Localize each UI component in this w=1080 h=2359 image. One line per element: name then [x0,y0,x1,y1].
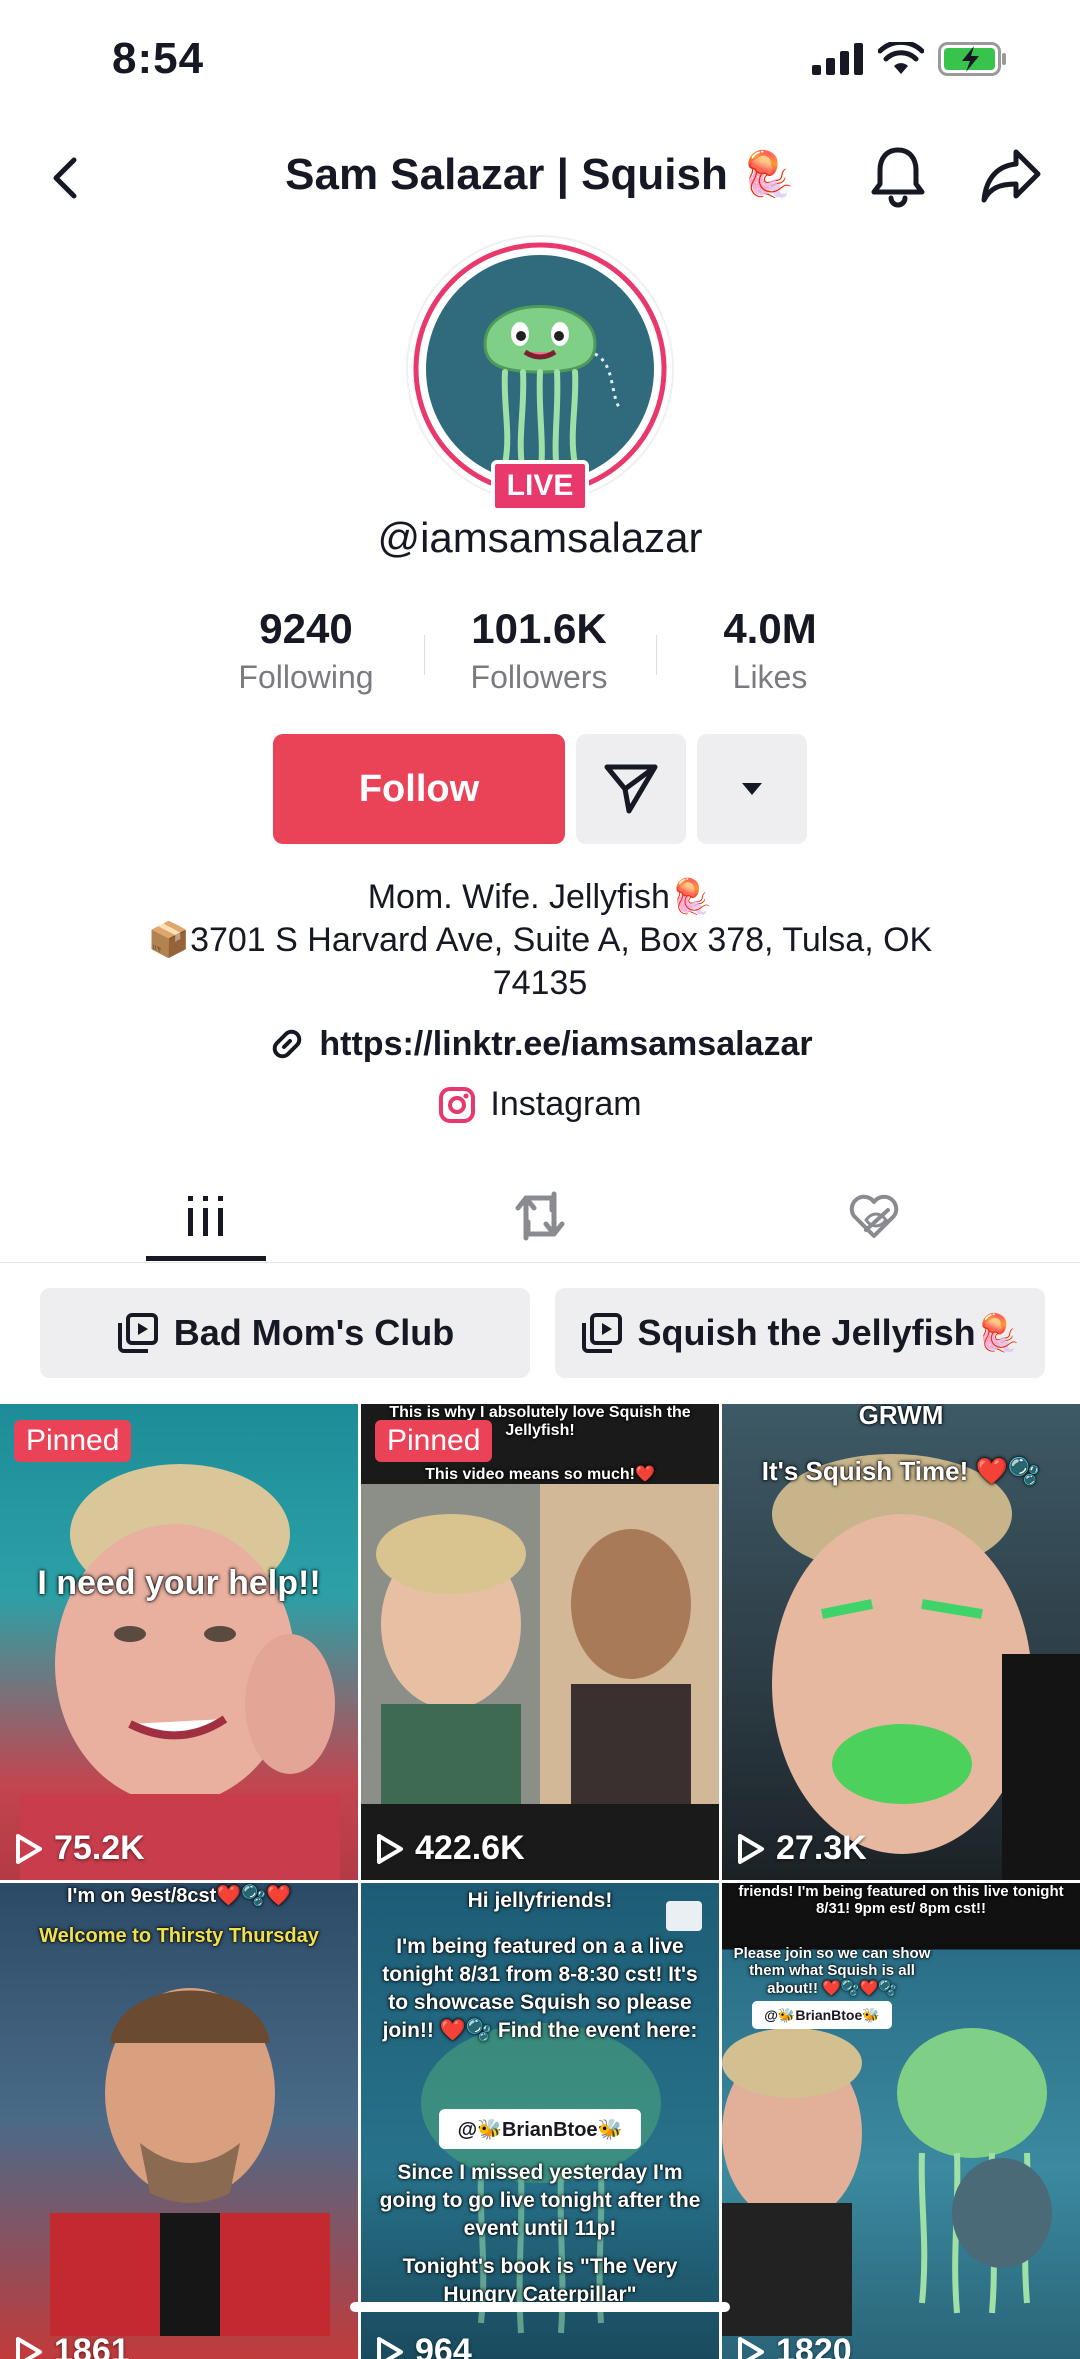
profile-link-text: https://linktr.ee/iamsamsalazar [319,1025,812,1064]
video-grid: I need your help!! Pinned 75.2K This is … [0,1404,1080,2336]
video-caption: Please join so we can show them what Squ… [722,1945,942,1997]
playlist-chip[interactable]: Bad Mom's Club [40,1288,530,1378]
view-count-value: 422.6K [415,1829,525,1868]
video-thumbnail[interactable]: I'm on 9est/8cst❤️🫧❤️ Welcome to Thirsty… [0,1883,358,2359]
view-count: 1861 [14,2332,130,2359]
video-thumbnail[interactable]: GRWM It's Squish Time! ❤️🫧 27.3K [722,1404,1080,1880]
mention-tag: @🐝BrianBtoe🐝 [439,2109,641,2149]
playlists-row: Bad Mom's Club Squish the Jellyfish🪼 [0,1288,1080,1378]
send-message-icon [603,761,659,817]
battery-charging-icon [938,42,1008,76]
profile-tabs [0,1170,1080,1263]
likes-label: Likes [670,659,870,696]
followers-label: Followers [439,659,639,696]
view-count: 27.3K [736,1829,867,1868]
bell-icon [866,142,930,210]
wifi-icon [878,42,924,76]
instagram-icon [438,1086,476,1124]
pinned-badge: Pinned [375,1420,492,1462]
playlist-label: Bad Mom's Club [174,1312,455,1354]
video-thumbnail-image [0,1404,358,1880]
profile-nav-bar: Sam Salazar | Squish 🪼 [0,130,1080,220]
share-button[interactable] [978,144,1044,208]
instagram-label: Instagram [490,1085,641,1124]
signal-icon [812,43,864,75]
notifications-button[interactable] [866,142,930,210]
live-badge[interactable]: LIVE [491,460,589,512]
share-arrow-icon [978,144,1044,208]
profile-bio: Mom. Wife. Jellyfish🪼 📦3701 S Harvard Av… [100,876,980,1005]
mention-tag: @🐝BrianBtoe🐝 [752,2001,892,2029]
video-caption-top: friends! I'm being featured on this live… [722,1883,1080,1917]
home-indicator[interactable] [350,2302,730,2312]
play-icon [375,2336,405,2359]
view-count-value: 75.2K [54,1829,145,1868]
profile-stats: 9240 Following 101.6K Followers 4.0M Lik… [0,605,1080,705]
video-caption: I need your help!! [0,1564,358,1603]
video-caption: It's Squish Time! ❤️🫧 [722,1456,1080,1487]
video-caption-3: Tonight's book is "The Very Hungry Cater… [379,2253,701,2309]
status-icons [812,42,1008,76]
video-thumbnail[interactable]: Hi jellyfriends! I'm being featured on a… [361,1883,719,2359]
tab-reposts[interactable] [480,1170,600,1262]
playlist-icon [116,1311,160,1355]
play-icon [375,1833,405,1865]
bio-line: Mom. Wife. Jellyfish🪼 [100,876,980,919]
view-count: 1820 [736,2332,852,2359]
playlist-chip[interactable]: Squish the Jellyfish🪼 [555,1288,1045,1378]
following-stat[interactable]: 9240 Following [206,605,406,696]
bio-address: 📦3701 S Harvard Ave, Suite A, Box 378, T… [100,919,980,1005]
instagram-link[interactable]: Instagram [0,1085,1080,1124]
view-count-value: 1861 [54,2332,130,2359]
video-caption-2: Since I missed yesterday I'm going to go… [379,2159,701,2243]
view-count-value: 27.3K [776,1829,867,1868]
active-tab-indicator [146,1256,266,1261]
video-caption-top: GRWM [722,1404,1080,1431]
profile-link[interactable]: https://linktr.ee/iamsamsalazar [0,1024,1080,1064]
play-icon [14,1833,44,1865]
profile-username: @iamsamsalazar [0,514,1080,562]
hidden-likes-icon [846,1192,902,1240]
followers-count: 101.6K [439,605,639,653]
followers-stat[interactable]: 101.6K Followers [439,605,639,696]
view-count: 964 [375,2332,472,2359]
video-thumbnail-image [0,1883,358,2336]
play-icon [14,2336,44,2359]
tab-liked-private[interactable] [814,1170,934,1262]
stat-divider [656,635,657,675]
video-caption-top: I'm on 9est/8cst❤️🫧❤️ [0,1883,358,1908]
tab-videos[interactable] [146,1170,266,1262]
message-button[interactable] [576,734,686,844]
view-count: 422.6K [375,1829,525,1868]
video-caption: I'm being featured on a a live tonight 8… [379,1933,701,2045]
follow-button[interactable]: Follow [273,734,565,844]
stat-divider [424,635,425,675]
video-thumbnail[interactable]: friends! I'm being featured on this live… [722,1883,1080,2359]
following-count: 9240 [206,605,406,653]
play-icon [736,2336,766,2359]
pinned-badge: Pinned [14,1420,131,1462]
videos-grid-icon [186,1194,226,1238]
following-label: Following [206,659,406,696]
view-count-value: 1820 [776,2332,852,2359]
link-icon [267,1024,307,1064]
view-count-value: 964 [415,2332,472,2359]
status-bar: 8:54 [0,0,1080,110]
video-thumbnail[interactable]: This is why I absolutely love Squish the… [361,1404,719,1880]
playlist-label: Squish the Jellyfish🪼 [638,1312,1021,1354]
likes-stat[interactable]: 4.0M Likes [670,605,870,696]
video-thumbnail[interactable]: I need your help!! Pinned 75.2K [0,1404,358,1880]
view-count: 75.2K [14,1829,145,1868]
video-caption-top: Hi jellyfriends! [361,1889,719,1913]
video-subcaption: This video means so much!❤️ [371,1464,709,1484]
likes-count: 4.0M [670,605,870,653]
repost-icon [512,1190,568,1242]
play-icon [736,1833,766,1865]
video-caption: Welcome to Thirsty Thursday [0,1925,358,1948]
more-options-button[interactable] [697,734,807,844]
caret-down-icon [740,781,764,797]
status-time: 8:54 [112,34,204,84]
playlist-icon [580,1311,624,1355]
